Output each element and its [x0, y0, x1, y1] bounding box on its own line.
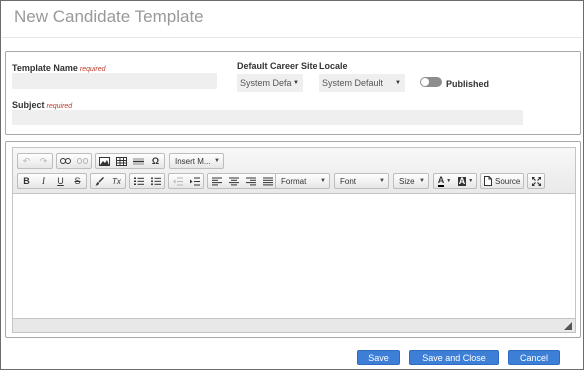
- source-button[interactable]: Source: [480, 173, 524, 189]
- locale-label: Locale: [319, 61, 348, 71]
- special-character-icon[interactable]: Ω: [147, 154, 164, 168]
- editor-statusbar: [13, 318, 575, 332]
- editor-panel: ↶ ↷ Ω Insert M... ▼ B I U S Tx Format ▼ …: [5, 141, 581, 338]
- font-dropdown[interactable]: Font ▼: [334, 173, 389, 189]
- source-label: Source: [495, 176, 521, 186]
- history-group: ↶ ↷: [17, 153, 53, 169]
- link-icon[interactable]: [57, 154, 74, 168]
- chevron-down-icon: ▼: [379, 178, 385, 184]
- editor-toolbar: ↶ ↷ Ω Insert M... ▼ B I U S Tx Format ▼ …: [13, 148, 575, 194]
- text-color-button[interactable]: A ▼: [434, 174, 455, 188]
- horizontal-rule-icon[interactable]: [130, 154, 147, 168]
- format-label: Format: [281, 176, 307, 186]
- published-label: Published: [446, 79, 490, 89]
- insert-merge-dropdown[interactable]: Insert M... ▼: [169, 153, 224, 169]
- bulleted-list-icon[interactable]: [147, 174, 164, 188]
- cancel-button[interactable]: Cancel: [508, 350, 560, 365]
- insert-group: Ω: [95, 153, 165, 169]
- subject-input[interactable]: [12, 110, 523, 125]
- indent-icon[interactable]: [186, 174, 203, 188]
- chevron-down-icon: ▼: [320, 178, 326, 184]
- redo-icon[interactable]: ↷: [35, 154, 52, 168]
- required-marker: required: [79, 66, 106, 73]
- list-group: [129, 173, 165, 189]
- link-group: [56, 153, 92, 169]
- chevron-down-icon: ▼: [468, 178, 474, 184]
- maximize-button[interactable]: [527, 173, 545, 189]
- brush-icon[interactable]: [91, 174, 108, 188]
- template-name-input[interactable]: [12, 73, 217, 89]
- strikethrough-button[interactable]: S: [69, 174, 86, 188]
- resize-handle-icon[interactable]: [564, 322, 572, 330]
- format-tools-group: Tx: [90, 173, 126, 189]
- modal-window: New Candidate Template Template Name requ…: [0, 0, 584, 370]
- color-group: A ▼ A ▼: [433, 173, 477, 189]
- chevron-down-icon: ▼: [214, 158, 220, 164]
- size-label: Size: [399, 176, 415, 186]
- format-dropdown[interactable]: Format ▼: [275, 173, 330, 189]
- underline-button[interactable]: U: [52, 174, 69, 188]
- template-name-label: Template Name required: [12, 63, 106, 73]
- career-site-value: System Defa: [240, 78, 292, 88]
- maximize-icon: [531, 176, 541, 186]
- align-center-icon[interactable]: [225, 174, 242, 188]
- basic-styles-group: B I U S: [17, 173, 87, 189]
- image-icon[interactable]: [96, 154, 113, 168]
- title-divider: [2, 37, 582, 38]
- align-left-icon[interactable]: [208, 174, 225, 188]
- required-marker: required: [46, 103, 73, 110]
- italic-button[interactable]: I: [35, 174, 52, 188]
- chevron-down-icon: ▼: [395, 80, 401, 86]
- background-color-letter: A: [457, 175, 467, 186]
- chevron-down-icon: ▼: [446, 178, 452, 184]
- outdent-icon[interactable]: [169, 174, 186, 188]
- text-color-letter: A: [437, 174, 445, 187]
- save-and-close-button[interactable]: Save and Close: [409, 350, 499, 365]
- toggle-knob: [421, 78, 429, 86]
- unlink-icon[interactable]: [74, 154, 91, 168]
- insert-merge-label: Insert M...: [175, 156, 211, 166]
- undo-icon[interactable]: ↶: [18, 154, 35, 168]
- template-details-panel: Template Name required Default Career Sit…: [5, 51, 581, 135]
- published-toggle[interactable]: [420, 77, 442, 87]
- size-dropdown[interactable]: Size ▼: [393, 173, 429, 189]
- editor-content-area[interactable]: [13, 195, 575, 319]
- font-label: Font: [340, 176, 357, 186]
- career-site-label: Default Career Site: [237, 61, 318, 71]
- career-site-select[interactable]: System Defa ▼: [237, 74, 303, 92]
- indent-group: [168, 173, 204, 189]
- bold-button[interactable]: B: [18, 174, 35, 188]
- chevron-down-icon: ▼: [419, 178, 425, 184]
- locale-select[interactable]: System Default ▼: [319, 74, 405, 92]
- background-color-button[interactable]: A ▼: [455, 174, 476, 188]
- justify-icon[interactable]: [259, 174, 276, 188]
- numbered-list-icon[interactable]: [130, 174, 147, 188]
- chevron-down-icon: ▼: [293, 80, 299, 86]
- locale-value: System Default: [322, 78, 384, 88]
- rich-text-editor: ↶ ↷ Ω Insert M... ▼ B I U S Tx Format ▼ …: [12, 147, 576, 333]
- save-button[interactable]: Save: [357, 350, 400, 365]
- table-icon[interactable]: [113, 154, 130, 168]
- subject-label: Subject required: [12, 100, 73, 110]
- alignment-group: [207, 173, 277, 189]
- page-title: New Candidate Template: [14, 7, 204, 26]
- document-icon: [484, 176, 492, 186]
- align-right-icon[interactable]: [242, 174, 259, 188]
- remove-format-button[interactable]: Tx: [108, 174, 125, 188]
